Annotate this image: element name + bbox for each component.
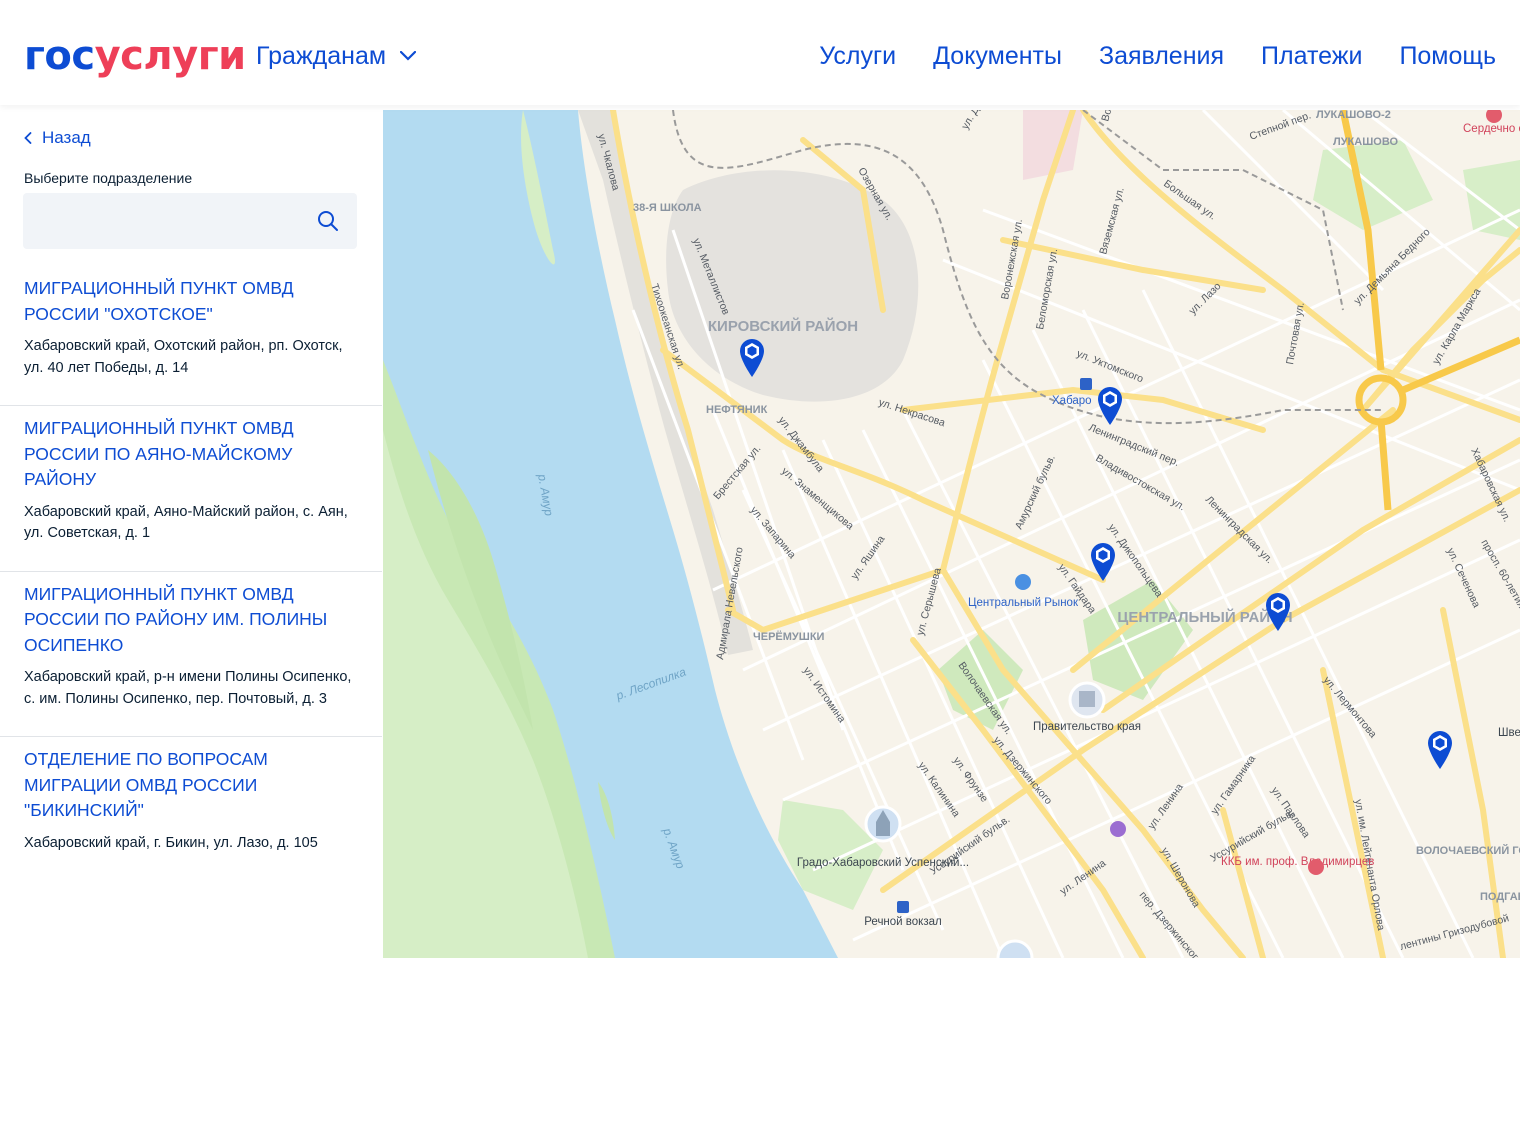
park-ne-2 [1463,160,1520,240]
street-label: ул. Ленина [1146,781,1186,831]
list-item[interactable]: МИГРАЦИОННЫЙ ПУНКТ ОМВД РОССИИ ПО РАЙОНУ… [0,572,382,737]
back-label: Назад [42,128,91,147]
port-icon [897,901,909,913]
office-address: Хабаровский край, р-н имени Полины Осипе… [24,669,352,707]
list-item[interactable]: МИГРАЦИОННЫЙ ПУНКТ ОМВД РОССИИ "ОХОТСКОЕ… [0,266,382,406]
street-label: Воронежская ул. [999,218,1025,300]
office-title[interactable]: МИГРАЦИОННЫЙ ПУНКТ ОМВД РОССИИ ПО АЯНО-М… [24,416,358,493]
central-park [1083,580,1193,700]
list-item[interactable]: ОТДЕЛЕНИЕ ПО ВОПРОСАМ МИГРАЦИИ ОМВД РОСС… [0,737,382,880]
office-list: МИГРАЦИОННЫЙ ПУНКТ ОМВД РОССИИ "ОХОТСКОЕ… [0,266,382,880]
label-hospital: ККБ им. проф. Владимирцев [1221,856,1374,868]
office-address: Хабаровский край, Аяно-Майский район, с.… [24,503,348,542]
chevron-left-icon [24,132,32,144]
search-input[interactable] [23,193,331,249]
gosuslugi-logo[interactable]: госуслуги [24,32,246,80]
office-title[interactable]: ОТДЕЛЕНИЕ ПО ВОПРОСАМ МИГРАЦИИ ОМВД РОСС… [24,747,358,824]
market-icon [1015,574,1031,590]
nav-documents[interactable]: Документы [933,40,1062,72]
nav-services[interactable]: Услуги [819,40,896,72]
list-item[interactable]: МИГРАЦИОННЫЙ ПУНКТ ОМВД РОССИИ ПО АЯНО-М… [0,406,382,572]
district-central: ЦЕНТРАЛЬНЫЙ РАЙОН [1117,608,1292,626]
office-title[interactable]: МИГРАЦИОННЫЙ ПУНКТ ОМВД РОССИИ ПО РАЙОНУ… [24,582,358,659]
street-label: ул. Шеронова [1158,846,1202,910]
label-shv: Шве [1498,727,1520,739]
street-label: Волоч [1099,110,1118,123]
theater-icon [1110,821,1126,837]
nav-payments[interactable]: Платежи [1261,40,1362,72]
label-cheremushki: ЧЕРЁМУШКИ [753,630,825,643]
street-label: ул. Сеченова [1444,546,1482,609]
logo-part-uslugi: услуги [94,33,247,79]
label-river-port: Речной вокзал [864,916,941,928]
label-neftyanik: НЕФТЯНИК [706,404,768,416]
nav-help[interactable]: Помощь [1399,40,1496,72]
building-icon [996,939,1034,958]
office-title[interactable]: МИГРАЦИОННЫЙ ПУНКТ ОМВД РОССИИ "ОХОТСКОЕ… [24,276,358,327]
label-podgae: ПОДГАЕ [1480,891,1520,903]
street-label: ул. Демьяна Бедного [1352,226,1433,307]
district-kirovsky: КИРОВСКИЙ РАЙОН [708,317,858,335]
chevron-down-icon [400,51,417,61]
office-sidebar: Назад Выберите подразделение МИГРАЦИОННЫ… [0,110,382,958]
label-cathedral: Градо-Хабаровский Успенский... [797,857,969,869]
label-heart-center: Сердечно сосудисты центр [1463,123,1520,135]
label-government: Правительство края [1033,721,1141,733]
street-label: Беломорская ул. [1034,248,1060,331]
label-lukashovo: ЛУКАШОВО [1333,136,1398,148]
logo-part-gos: гос [24,33,95,79]
office-pin[interactable] [1428,731,1452,769]
office-address: Хабаровский край, г. Бикин, ул. Лазо, д.… [24,834,318,851]
search-icon[interactable] [317,210,339,232]
office-address: Хабаровский край, Охотский район, рп. Ох… [24,338,343,376]
search-box [23,193,357,249]
government-building-detail [1079,691,1095,707]
street-label: ул. Знаменщикова [779,465,856,532]
street-label: Вяземская ул. [1097,186,1126,256]
label-khabarovsk-station: Хабаро [1052,395,1092,407]
top-header: госуслуги Гражданам Услуги Документы Зая… [0,0,1520,105]
map-view[interactable]: КИРОВСКИЙ РАЙОН ЦЕНТРАЛЬНЫЙ РАЙОН НЕФТЯН… [383,110,1520,958]
street-label: ул. Джамбула [776,414,827,474]
street-label: Почтовая ул. [1284,301,1307,365]
label-lukashovo2: ЛУКАШОВО-2 [1316,110,1391,121]
label-school: 38-Я ШКОЛА [633,202,702,214]
label-central-market: Центральный Рынок [968,597,1079,609]
hospital-icon [1308,859,1324,875]
role-label: Гражданам [256,42,387,70]
hospital-icon [1486,110,1502,123]
street-label: ул. Дикопольцева [959,110,1013,132]
street-label: ул. Дзержинского [991,734,1055,807]
nav-applications[interactable]: Заявления [1099,40,1224,72]
role-dropdown[interactable]: Гражданам [256,40,417,72]
train-station-icon [1080,378,1092,390]
street-label: ул. Дикопольцева [1106,522,1165,600]
back-link[interactable]: Назад [24,128,91,148]
select-subdivision-label: Выберите подразделение [24,170,193,186]
label-volochaevsky: ВОЛОЧАЕВСКИЙ ГОРОДОК [1416,844,1520,857]
main-nav: Услуги Документы Заявления Платежи Помощ… [819,40,1496,72]
